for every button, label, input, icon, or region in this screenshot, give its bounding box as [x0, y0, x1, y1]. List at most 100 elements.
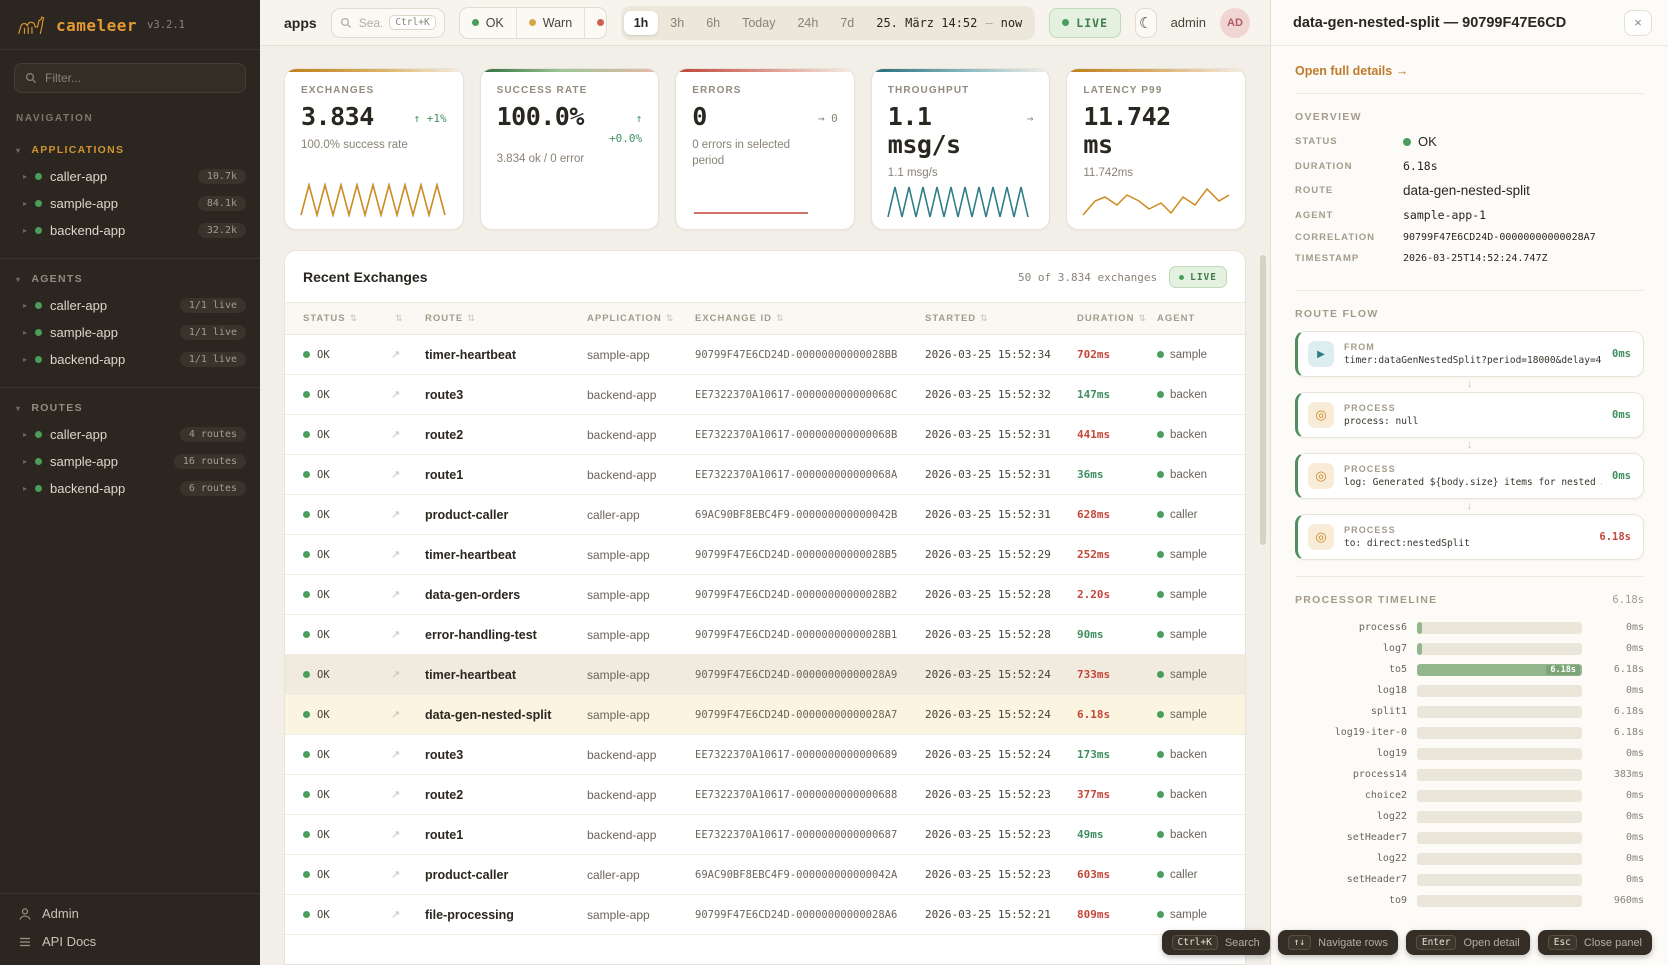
open-link-icon[interactable]: ↗: [391, 828, 421, 841]
sidebar-item-application[interactable]: ▸ backend-app 32.2k: [0, 217, 260, 244]
avatar[interactable]: AD: [1220, 8, 1250, 38]
table-row[interactable]: OK ↗ route3 backend-app EE7322370A10617-…: [285, 735, 1245, 775]
table-row[interactable]: OK ↗ route1 backend-app EE7322370A10617-…: [285, 815, 1245, 855]
theme-toggle-button[interactable]: ☾: [1135, 8, 1157, 38]
scrollbar-thumb[interactable]: [1260, 255, 1266, 545]
duration-cell: 49ms: [1077, 828, 1153, 841]
flow-step[interactable]: PROCESS to: direct:nestedSplit 6.18s: [1295, 514, 1644, 560]
stat-card-exchanges[interactable]: EXCHANGES 3.834 ↑ +1% 100.0% success rat…: [284, 68, 464, 230]
stat-card-throughput[interactable]: THROUGHPUT 1.1 msg/s → 1.1 msg/s: [871, 68, 1051, 230]
table-row[interactable]: OK ↗ data-gen-nested-split sample-app 90…: [285, 695, 1245, 735]
flow-step[interactable]: PROCESS process: null 0ms: [1295, 392, 1644, 438]
processor-name: log22: [1295, 853, 1407, 864]
column-header-exchange-id[interactable]: EXCHANGE ID⇅: [695, 313, 921, 324]
stat-card-latency[interactable]: LATENCY P99 11.742 ms 11.742ms: [1066, 68, 1246, 230]
table-row[interactable]: OK ↗ timer-heartbeat sample-app 90799F47…: [285, 655, 1245, 695]
open-link-icon[interactable]: ↗: [391, 708, 421, 721]
open-link-icon[interactable]: ↗: [391, 668, 421, 681]
status-dot: [303, 631, 310, 638]
open-link-icon[interactable]: ↗: [391, 508, 421, 521]
open-link-icon[interactable]: ↗: [391, 628, 421, 641]
time-range-chip[interactable]: 24h: [787, 11, 828, 35]
flow-step[interactable]: PROCESS log: Generated ${body.size} item…: [1295, 453, 1644, 499]
search-input[interactable]: Sea... Ctrl+K: [331, 8, 445, 38]
timeline-row[interactable]: log7 0ms: [1295, 638, 1644, 659]
table-row[interactable]: OK ↗ product-caller caller-app 69AC90BF8…: [285, 855, 1245, 895]
column-header-application[interactable]: APPLICATION⇅: [587, 313, 691, 324]
timeline-row[interactable]: process14 383ms: [1295, 764, 1644, 785]
table-row[interactable]: OK ↗ timer-heartbeat sample-app 90799F47…: [285, 535, 1245, 575]
sidebar-item-application[interactable]: ▸ sample-app 84.1k: [0, 190, 260, 217]
sidebar-item-api-docs[interactable]: API Docs: [18, 934, 242, 949]
close-button[interactable]: ×: [1624, 10, 1652, 36]
sidebar-filter-input[interactable]: Filter...: [14, 63, 246, 93]
time-range-chip[interactable]: 7d: [830, 11, 864, 35]
table-row[interactable]: OK ↗ timer-heartbeat sample-app 90799F47…: [285, 335, 1245, 375]
processor-duration: 6.18s: [1592, 706, 1644, 717]
status-filter-button[interactable]: OK: [460, 8, 517, 38]
open-link-icon[interactable]: ↗: [391, 588, 421, 601]
open-link-icon[interactable]: ↗: [391, 428, 421, 441]
time-range-chip[interactable]: 1h: [624, 11, 659, 35]
group-header-applications[interactable]: ▾ APPLICATIONS: [0, 138, 260, 163]
open-link-icon[interactable]: ↗: [391, 348, 421, 361]
live-toggle-button[interactable]: LIVE: [1049, 8, 1121, 38]
date-range[interactable]: 25. März 14:52 — now: [866, 16, 1032, 30]
stat-card-success-rate[interactable]: SUCCESS RATE 100.0% ↑ +0.0% 3.834 ok / 0…: [480, 68, 660, 230]
table-row[interactable]: OK ↗ file-processing sample-app 90799F47…: [285, 895, 1245, 935]
timeline-row[interactable]: log19 0ms: [1295, 743, 1644, 764]
timeline-row[interactable]: setHeader7 0ms: [1295, 827, 1644, 848]
open-link-icon[interactable]: ↗: [391, 868, 421, 881]
sidebar-item-agent[interactable]: ▸ sample-app 1/1 live: [0, 319, 260, 346]
group-header-routes[interactable]: ▾ ROUTES: [0, 396, 260, 421]
timeline-row[interactable]: choice2 0ms: [1295, 785, 1644, 806]
time-range-chip[interactable]: Today: [732, 11, 785, 35]
group-header-agents[interactable]: ▾ AGENTS: [0, 267, 260, 292]
status-filter-button[interactable]: Error: [585, 8, 607, 38]
open-link-icon[interactable]: ↗: [391, 388, 421, 401]
column-header-started[interactable]: STARTED⇅: [925, 313, 1073, 324]
column-header-duration[interactable]: DURATION⇅: [1077, 313, 1153, 324]
timeline-row[interactable]: to5 6.18s 6.18s: [1295, 659, 1644, 680]
sidebar-item-application[interactable]: ▸ caller-app 10.7k: [0, 163, 260, 190]
open-link-icon[interactable]: ↗: [391, 788, 421, 801]
flow-step[interactable]: FROM timer:dataGenNestedSplit?period=180…: [1295, 331, 1644, 377]
column-header-link[interactable]: ⇅: [391, 313, 421, 324]
open-full-details-link[interactable]: Open full details →: [1295, 64, 1644, 94]
timeline-row[interactable]: to9 960ms: [1295, 890, 1644, 911]
column-header-status[interactable]: STATUS⇅: [303, 313, 387, 324]
table-row[interactable]: OK ↗ data-gen-orders sample-app 90799F47…: [285, 575, 1245, 615]
sidebar-item-route[interactable]: ▸ caller-app 4 routes: [0, 421, 260, 448]
timeline-row[interactable]: log22 0ms: [1295, 806, 1644, 827]
table-row[interactable]: OK ↗ product-caller caller-app 69AC90BF8…: [285, 495, 1245, 535]
open-link-icon[interactable]: ↗: [391, 548, 421, 561]
sidebar-item-agent[interactable]: ▸ caller-app 1/1 live: [0, 292, 260, 319]
timeline-row[interactable]: split1 6.18s: [1295, 701, 1644, 722]
column-header-route[interactable]: ROUTE⇅: [425, 313, 583, 324]
table-row[interactable]: OK ↗ route2 backend-app EE7322370A10617-…: [285, 775, 1245, 815]
status-filter-button[interactable]: Warn: [517, 8, 585, 38]
table-row[interactable]: OK ↗ error-handling-test sample-app 9079…: [285, 615, 1245, 655]
user-icon: [18, 907, 32, 921]
open-link-icon[interactable]: ↗: [391, 748, 421, 761]
timeline-row[interactable]: log19-iter-0 6.18s: [1295, 722, 1644, 743]
time-range-chip[interactable]: 6h: [696, 11, 730, 35]
timeline-row[interactable]: setHeader7 0ms: [1295, 869, 1644, 890]
sidebar-item-agent[interactable]: ▸ backend-app 1/1 live: [0, 346, 260, 373]
stat-card-errors[interactable]: ERRORS 0 → 0 0 errors in selected period: [675, 68, 855, 230]
open-link-icon[interactable]: ↗: [391, 468, 421, 481]
sidebar-item-route[interactable]: ▸ sample-app 16 routes: [0, 448, 260, 475]
timeline-row[interactable]: log22 0ms: [1295, 848, 1644, 869]
table-row[interactable]: OK ↗ route1 backend-app EE7322370A10617-…: [285, 455, 1245, 495]
table-row[interactable]: OK ↗ route2 backend-app EE7322370A10617-…: [285, 415, 1245, 455]
time-range-chip[interactable]: 3h: [660, 11, 694, 35]
timeline-row[interactable]: log18 0ms: [1295, 680, 1644, 701]
column-header-agent[interactable]: AGENT: [1157, 313, 1227, 324]
open-link-icon[interactable]: ↗: [391, 908, 421, 921]
app-name: cameleer: [56, 16, 137, 35]
table-row[interactable]: OK ↗ route3 backend-app EE7322370A10617-…: [285, 375, 1245, 415]
sidebar-item-route[interactable]: ▸ backend-app 6 routes: [0, 475, 260, 502]
timeline-row[interactable]: process6 0ms: [1295, 617, 1644, 638]
duration-cell: 6.18s: [1077, 708, 1153, 721]
sidebar-item-admin[interactable]: Admin: [18, 906, 242, 921]
